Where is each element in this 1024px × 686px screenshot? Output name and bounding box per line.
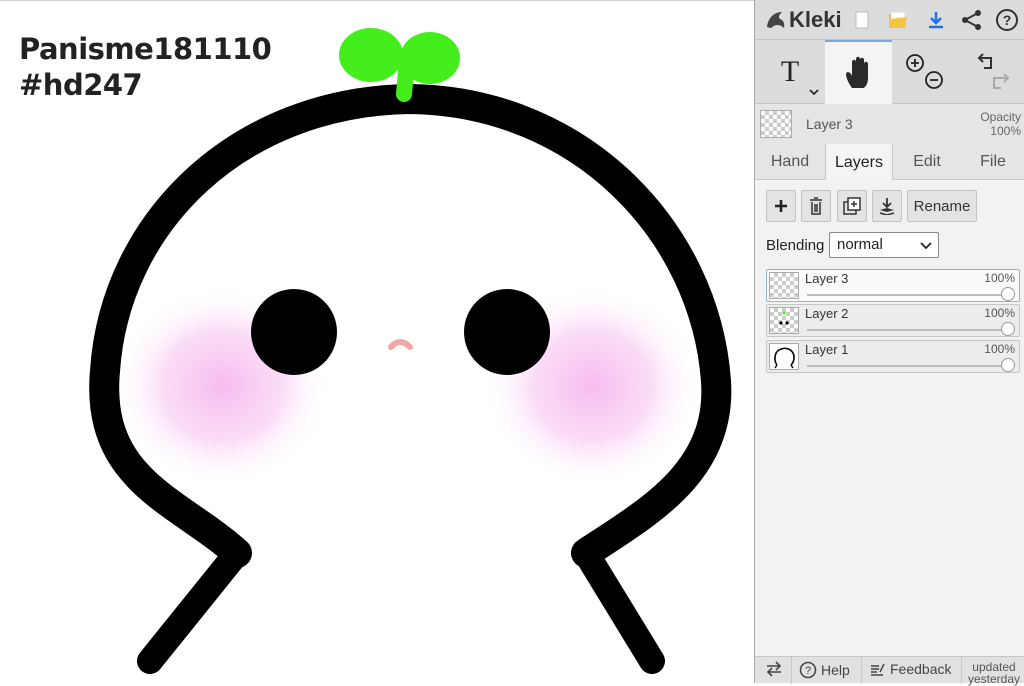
tab-hand[interactable]: Hand [755,144,825,180]
undo-icon[interactable] [977,53,992,69]
top-bar: Kleki ? [755,0,1024,40]
updated-notice[interactable]: updated yesterday [965,661,1023,685]
layer-name: Layer 3 [805,271,849,286]
side-panel: Kleki ? T Layer 3 Opacity 100% Hand Laye… [754,0,1024,685]
redo-icon[interactable] [992,73,1009,89]
chevron-down-icon [920,242,932,250]
tab-file[interactable]: File [961,144,1024,180]
drawing-canvas[interactable]: Panisme181110 #hd247 [0,0,754,683]
layer-thumbnail [769,272,799,299]
plus-icon [775,200,787,212]
updated-line-2: yesterday [967,672,1021,686]
left-eye [251,289,337,375]
svg-text:?: ? [805,665,811,677]
layer-item-1[interactable]: Layer 1 100% [766,340,1020,373]
delete-layer-button[interactable] [801,190,831,222]
merge-down-icon [879,198,895,215]
share-icon[interactable] [959,7,985,33]
opacity-slider-track[interactable] [807,365,1009,367]
zoom-out-icon[interactable] [925,71,943,89]
feedback-link[interactable]: Feedback [869,661,951,677]
duplicate-icon [843,197,861,215]
kleki-bird-icon [767,12,785,28]
current-layer-info: Layer 3 Opacity 100% [755,104,1024,144]
layer-opacity: 100% [984,271,1015,285]
layer-thumbnail [769,343,799,370]
layers-panel: Rename Blending normal Layer 3 100% Laye… [755,180,1024,680]
layer-opacity: 100% [984,306,1015,320]
sprout-stem [396,63,414,102]
swap-icon [766,661,782,677]
layer-item-2[interactable]: Layer 2 100% [766,304,1020,337]
left-leg [137,540,250,674]
artwork [89,28,732,674]
kleki-logo[interactable]: Kleki [765,6,842,34]
merge-down-button[interactable] [872,190,902,222]
help-link[interactable]: ? Help [799,661,850,679]
right-eye [464,289,550,375]
undo-redo [958,40,1024,104]
hand-tool-button[interactable] [825,40,892,104]
sprout-right-leaf [400,32,460,84]
text-tool-icon: T [780,55,800,88]
panel-footer: ? Help Feedback updated yesterday [755,656,1024,685]
blending-value: normal [837,236,883,253]
app-name: Kleki [789,7,842,32]
opacity-slider-handle[interactable] [1001,287,1015,301]
current-layer-name: Layer 3 [806,116,853,132]
text-tool-button[interactable]: T [755,40,825,104]
layer-thumbnail [769,307,799,334]
watermark-line-2: #hd247 [19,68,143,102]
feedback-icon [871,663,885,676]
blending-label: Blending [766,237,825,254]
opacity-slider-track[interactable] [807,294,1009,296]
watermark-line-1: Panisme181110 [19,32,272,66]
svg-text:?: ? [1003,12,1012,28]
layer-name: Layer 1 [805,342,849,357]
duplicate-layer-button[interactable] [837,190,867,222]
new-file-icon[interactable] [849,7,875,33]
feedback-label: Feedback [890,661,952,677]
zoom-tool [892,40,958,104]
zoom-in-icon[interactable] [906,54,924,72]
layer-opacity: 100% [984,342,1015,356]
download-icon[interactable] [923,7,949,33]
hand-icon [845,56,868,88]
tool-row: T [755,40,1024,104]
chevron-down-icon[interactable] [809,88,819,96]
right-leg [573,540,665,674]
rename-layer-button[interactable]: Rename [907,190,977,222]
opacity-value: 100% [990,124,1021,138]
tab-layers[interactable]: Layers [825,144,893,181]
tab-edit[interactable]: Edit [893,144,961,180]
trash-icon [810,197,822,215]
current-layer-thumbnail [760,110,792,138]
open-folder-icon[interactable] [885,7,911,33]
nose [388,339,413,350]
opacity-slider-handle[interactable] [1001,322,1015,336]
help-circle-icon: ? [799,661,817,679]
help-label: Help [821,662,850,678]
panel-tabs: Hand Layers Edit File [755,144,1024,181]
blending-select[interactable]: normal [829,232,939,258]
opacity-label: Opacity [980,110,1021,124]
add-layer-button[interactable] [766,190,796,222]
sprout-left-leaf [339,28,403,82]
swap-sides-button[interactable] [765,661,783,677]
opacity-slider-track[interactable] [807,329,1009,331]
layer-item-3[interactable]: Layer 3 100% [766,269,1020,302]
layer-name: Layer 2 [805,306,849,321]
help-icon[interactable]: ? [994,7,1020,33]
opacity-slider-handle[interactable] [1001,358,1015,372]
